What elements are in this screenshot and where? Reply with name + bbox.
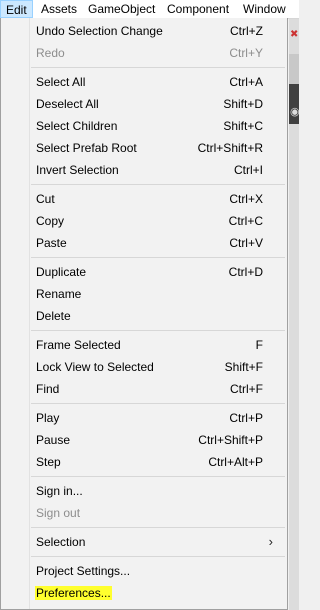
menu-item-label: Undo Selection Change	[36, 24, 163, 38]
menu-separator	[31, 556, 285, 557]
menu-item-label: Invert Selection	[36, 163, 119, 177]
edit-menu-dropdown: Undo Selection Change Ctrl+Z Redo Ctrl+Y…	[0, 18, 288, 610]
menu-item-invert-selection[interactable]: Invert Selection Ctrl+I	[3, 159, 286, 181]
menu-separator	[31, 330, 285, 331]
menu-item-sign-in[interactable]: Sign in...	[3, 480, 286, 502]
menu-item-step[interactable]: Step Ctrl+Alt+P	[3, 451, 286, 473]
eye-icon: ◉	[290, 106, 300, 118]
menu-item-shortcut: Shift+C	[223, 119, 263, 133]
menu-item-select-prefab-root[interactable]: Select Prefab Root Ctrl+Shift+R	[3, 137, 286, 159]
menu-item-shortcut: Ctrl+C	[228, 214, 263, 228]
menu-item-label: Pause	[36, 433, 71, 447]
menu-item-sign-out[interactable]: Sign out	[3, 502, 286, 524]
menu-item-copy[interactable]: Copy Ctrl+C	[3, 210, 286, 232]
menu-item-label: Find	[36, 382, 60, 396]
menu-item-preferences[interactable]: Preferences...	[3, 582, 286, 604]
menu-item-shortcut: Shift+D	[223, 97, 263, 111]
menu-item-label: Sign out	[36, 506, 81, 520]
menu-item-label: Frame Selected	[36, 338, 121, 352]
menu-separator	[31, 257, 285, 258]
menu-item-frame-selected[interactable]: Frame Selected F	[3, 334, 286, 356]
menu-item-shortcut: Ctrl+Shift+P	[198, 433, 263, 447]
menu-item-shortcut: Ctrl+P	[229, 411, 263, 425]
menu-item-shortcut: Ctrl+F	[230, 382, 263, 396]
menu-item-lock-view[interactable]: Lock View to Selected Shift+F	[3, 356, 286, 378]
menu-item-delete[interactable]: Delete	[3, 305, 286, 327]
menu-item-shortcut: Ctrl+Shift+R	[197, 141, 263, 155]
menu-item-shortcut: Shift+F	[224, 360, 263, 374]
menu-item-label: Copy	[36, 214, 65, 228]
menu-item-label: Select Prefab Root	[36, 141, 137, 155]
menu-item-shortcut: Ctrl+I	[233, 163, 263, 177]
menu-separator	[31, 67, 285, 68]
chevron-right-icon: ›	[268, 534, 273, 549]
menu-item-label: Preferences...	[35, 586, 112, 600]
menubar-component[interactable]: Component	[162, 0, 234, 18]
menu-item-cut[interactable]: Cut Ctrl+X	[3, 188, 286, 210]
menu-item-label: Paste	[36, 236, 67, 250]
menu-item-label: Lock View to Selected	[36, 360, 154, 374]
panel-dark-strip	[289, 84, 299, 124]
menu-item-label: Duplicate	[36, 265, 87, 279]
background-editor-panel: ✖ ◉	[289, 19, 300, 610]
menu-item-shortcut: Ctrl+V	[229, 236, 263, 250]
menubar-window[interactable]: Window	[238, 0, 291, 18]
menubar-gameobject[interactable]: GameObject	[83, 0, 160, 18]
menu-item-label: Step	[36, 455, 61, 469]
menu-item-label: Select Children	[36, 119, 118, 133]
menubar-edit[interactable]: Edit	[0, 0, 33, 18]
menu-separator	[31, 476, 285, 477]
panel-strip	[289, 54, 299, 84]
menu-item-shortcut: F	[255, 338, 263, 352]
menu-separator	[31, 184, 285, 185]
menu-item-select-all[interactable]: Select All Ctrl+A	[3, 71, 286, 93]
menu-item-deselect-all[interactable]: Deselect All Shift+D	[3, 93, 286, 115]
menu-item-rename[interactable]: Rename	[3, 283, 286, 305]
menu-item-label: Redo	[36, 46, 65, 60]
menu-item-duplicate[interactable]: Duplicate Ctrl+D	[3, 261, 286, 283]
menu-item-select-children[interactable]: Select Children Shift+C	[3, 115, 286, 137]
menu-item-undo[interactable]: Undo Selection Change Ctrl+Z	[3, 20, 286, 42]
menu-item-label: Play	[36, 411, 60, 425]
menu-bar: Edit Assets GameObject Component Window	[0, 0, 299, 19]
menu-item-label: Project Settings...	[36, 564, 131, 578]
menu-item-redo[interactable]: Redo Ctrl+Y	[3, 42, 286, 64]
close-icon: ✖	[290, 29, 299, 40]
menu-item-shortcut: Ctrl+A	[229, 75, 263, 89]
menu-item-label: Rename	[36, 287, 82, 301]
menu-item-selection[interactable]: Selection ›	[3, 531, 286, 553]
menu-item-label: Selection	[36, 535, 86, 549]
menubar-assets[interactable]: Assets	[36, 0, 82, 18]
menu-item-label: Select All	[36, 75, 86, 89]
menu-item-label: Cut	[36, 192, 55, 206]
menu-item-paste[interactable]: Paste Ctrl+V	[3, 232, 286, 254]
menu-item-shortcut: Ctrl+Z	[230, 24, 263, 38]
menu-item-label: Sign in...	[36, 484, 83, 498]
menu-item-shortcut: Ctrl+X	[229, 192, 263, 206]
menu-separator	[31, 527, 285, 528]
menu-item-find[interactable]: Find Ctrl+F	[3, 378, 286, 400]
menu-separator	[31, 403, 285, 404]
menu-item-pause[interactable]: Pause Ctrl+Shift+P	[3, 429, 286, 451]
menu-item-label: Delete	[36, 309, 71, 323]
menu-item-label: Deselect All	[36, 97, 99, 111]
menu-item-project-settings[interactable]: Project Settings...	[3, 560, 286, 582]
menu-item-shortcut: Ctrl+Y	[229, 46, 263, 60]
menu-item-shortcut: Ctrl+D	[228, 265, 263, 279]
menu-item-play[interactable]: Play Ctrl+P	[3, 407, 286, 429]
menu-item-shortcut: Ctrl+Alt+P	[208, 455, 263, 469]
